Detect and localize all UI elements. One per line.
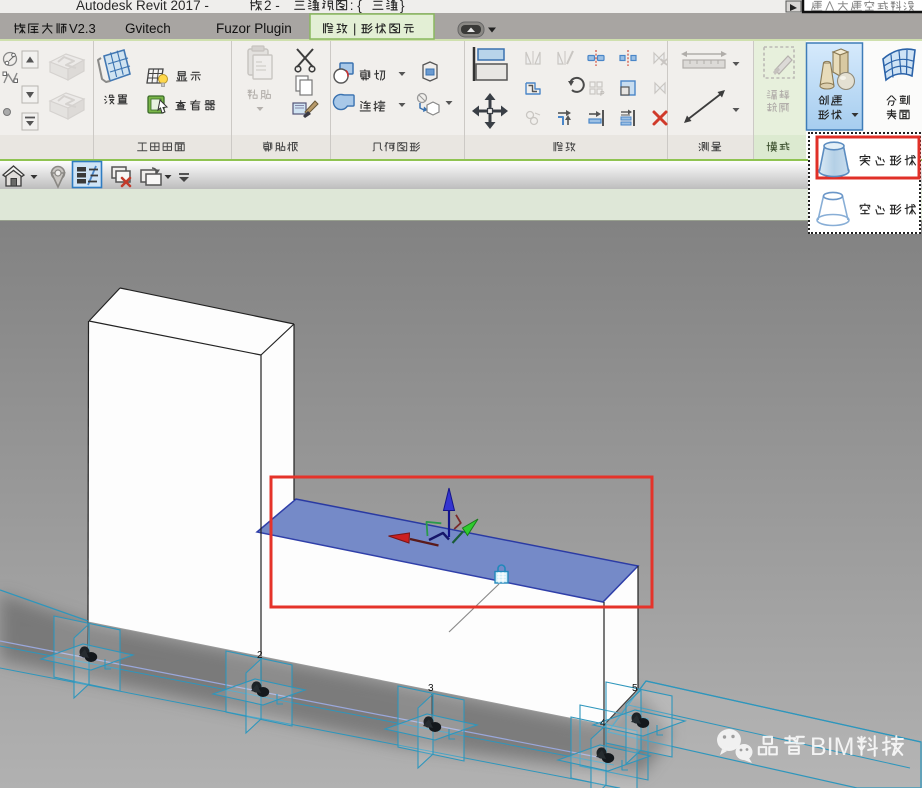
svg-text:5: 5: [632, 683, 638, 694]
svg-text:Autodesk Revit 2017 -: Autodesk Revit 2017 -: [76, 0, 209, 13]
svg-text:BIM: BIM: [810, 733, 854, 761]
svg-text:V2.3: V2.3: [69, 21, 96, 36]
svg-text:P: P: [600, 91, 605, 98]
svg-text:3: 3: [428, 683, 434, 694]
svg-text:Fuzor Plugin: Fuzor Plugin: [216, 21, 292, 36]
svg-text:2: 2: [257, 650, 263, 661]
svg-text:2 -: 2 -: [264, 0, 280, 13]
svg-text:4: 4: [600, 718, 606, 729]
svg-text:Gvitech: Gvitech: [125, 21, 171, 36]
svg-text:}: }: [400, 0, 405, 13]
svg-text:|: |: [353, 21, 356, 36]
svg-text:: {: : {: [350, 0, 363, 13]
